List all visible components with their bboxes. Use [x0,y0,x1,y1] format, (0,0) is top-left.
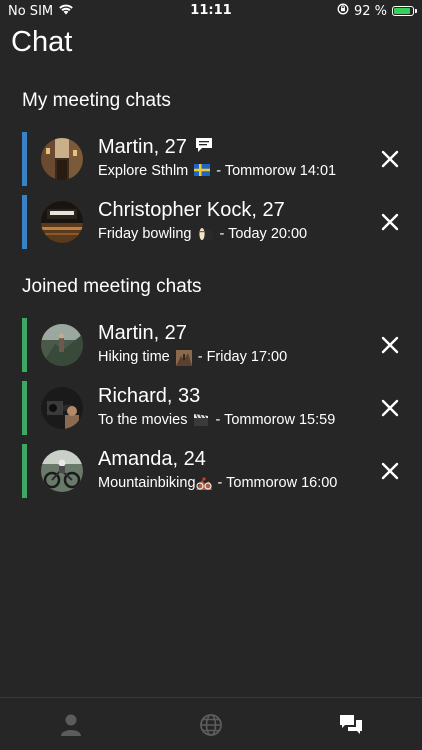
accent-bar [22,195,27,249]
chat-name-text: Richard, 33 [98,385,201,407]
accent-bar [22,132,27,186]
chat-name-text: Martin, 27 [98,322,187,344]
chat-name: Martin, 27 [98,136,213,159]
remove-chat-button[interactable] [378,147,402,171]
accent-bar [22,444,27,498]
message-icon [195,136,213,159]
avatar [41,201,83,243]
chat-subtitle: Explore Sthlm - Tommorow 14:01 [98,163,336,179]
chat-activity: Mountainbiking [98,475,196,491]
remove-chat-button[interactable] [378,459,402,483]
close-icon [381,399,399,417]
clapper-board-emoji [193,413,209,427]
tab-profile[interactable] [56,710,86,740]
tab-chat[interactable] [336,710,366,740]
hiking-emoji [175,350,192,366]
chat-name: Martin, 27 [98,322,187,345]
chat-time: - Today 20:00 [219,226,308,242]
battery-fill [394,8,410,14]
accent-bar [22,318,27,372]
remove-chat-button[interactable] [378,396,402,420]
chat-item[interactable]: Amanda, 24 Mountainbiking - Tommorow 16:… [22,444,412,498]
avatar [41,450,83,492]
close-icon [381,213,399,231]
remove-chat-button[interactable] [378,210,402,234]
chat-name: Amanda, 24 [98,448,206,471]
chat-item[interactable]: Christopher Kock, 27 Friday bowling - To… [22,195,412,249]
chat-time: - Tommorow 15:59 [215,412,336,428]
close-icon [381,462,399,480]
mountain-bike-emoji [195,476,212,490]
chat-activity: Explore Sthlm [98,163,189,179]
tab-explore[interactable] [196,710,226,740]
chat-time: - Tommorow 14:01 [216,163,337,179]
avatar [41,387,83,429]
chat-name-text: Christopher Kock, 27 [98,199,285,221]
chat-name: Richard, 33 [98,385,200,408]
page-title: Chat [11,26,73,58]
profile-icon [61,714,81,736]
remove-chat-button[interactable] [378,333,402,357]
chat-activity: To the movies [98,412,188,428]
accent-bar [22,381,27,435]
chat-subtitle: To the movies - Tommorow 15:59 [98,412,335,428]
chat-name-text: Martin, 27 [98,136,187,158]
section-title-joined-meetings: Joined meeting chats [22,276,202,297]
chat-subtitle: Mountainbiking - Tommorow 16:00 [98,475,337,491]
chat-name: Christopher Kock, 27 [98,199,285,222]
section-title-my-meetings: My meeting chats [22,90,171,111]
battery-percent: 92 % [353,3,387,19]
chat-activity: Hiking time [98,349,170,365]
chat-activity: Friday bowling [98,226,192,242]
chat-item[interactable]: Martin, 27 Explore Sthlm - Tommorow 14:0… [22,132,412,186]
close-icon [381,150,399,168]
chat-bubbles-icon [340,715,362,734]
chat-item[interactable]: Richard, 33 To the movies - Tommorow 15:… [22,381,412,435]
chat-subtitle: Hiking time - Friday 17:00 [98,349,288,366]
chat-name-text: Amanda, 24 [98,448,206,470]
chat-time: - Friday 17:00 [197,349,288,365]
bowling-emoji [198,227,214,241]
status-bar: No SIM 11:11 92 % [0,0,422,22]
orientation-lock-icon [337,3,349,19]
close-icon [381,336,399,354]
tab-bar [0,697,422,750]
sweden-flag-emoji [194,164,211,178]
status-right: 92 % [337,3,417,19]
avatar [41,324,83,366]
chat-subtitle: Friday bowling - Today 20:00 [98,226,307,242]
chat-time: - Tommorow 16:00 [217,475,338,491]
chat-item[interactable]: Martin, 27 Hiking time - Friday 17:00 [22,318,412,372]
battery-icon [392,6,417,16]
avatar [41,138,83,180]
globe-icon [200,714,222,736]
